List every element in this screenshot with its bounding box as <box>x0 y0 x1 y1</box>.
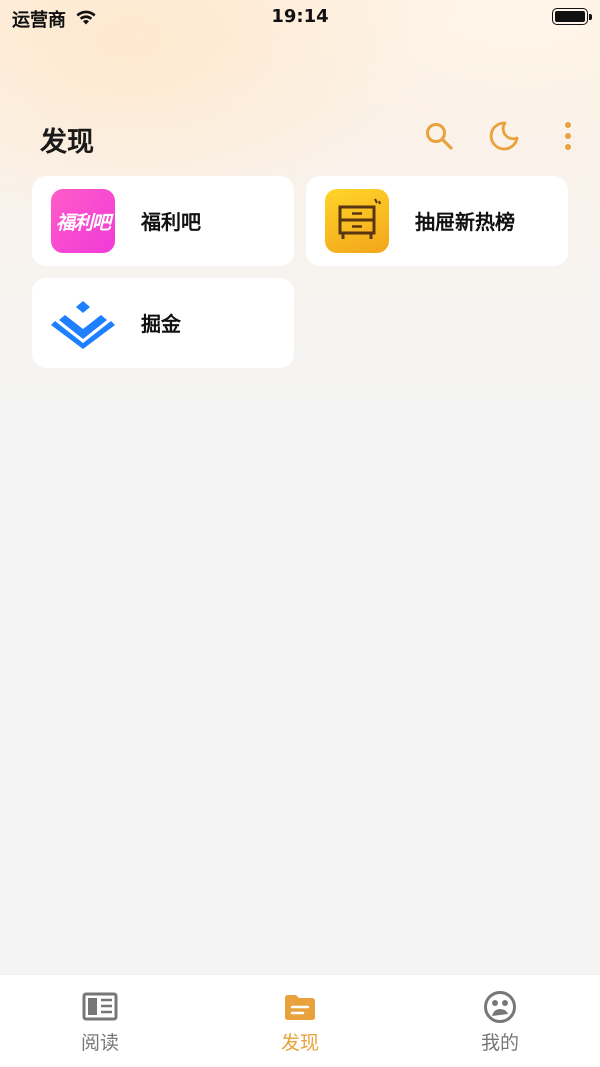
tab-label: 阅读 <box>80 1032 119 1054</box>
page-title: 发现 <box>40 127 94 158</box>
tab-label: 发现 <box>280 1032 319 1054</box>
folder-icon <box>282 991 318 1023</box>
source-card-label: 掘金 <box>141 312 181 336</box>
fuliba-logo-text: 福利吧 <box>55 211 111 234</box>
more-button[interactable] <box>548 118 588 158</box>
source-card-chouti[interactable]: 抽屉新热榜 <box>306 176 568 266</box>
status-bar: 运营商 19:14 <box>0 0 600 34</box>
juejin-logo <box>51 291 115 355</box>
status-time: 19:14 <box>271 6 329 27</box>
drawer-icon <box>325 189 389 253</box>
search-icon <box>424 121 454 155</box>
source-card-fuliba[interactable]: 福利吧 福利吧 <box>32 176 294 266</box>
battery-level <box>555 11 585 22</box>
tab-read[interactable]: 阅读 <box>0 975 200 1067</box>
moon-icon <box>488 120 520 156</box>
source-card-label: 福利吧 <box>141 210 201 234</box>
tab-label: 我的 <box>480 1032 519 1054</box>
source-card-juejin[interactable]: 掘金 <box>32 278 294 368</box>
face-icon <box>482 991 518 1023</box>
night-mode-button[interactable] <box>484 118 524 158</box>
page-header: 发现 <box>0 110 600 166</box>
tab-discover[interactable]: 发现 <box>200 975 400 1067</box>
fuliba-logo: 福利吧 <box>51 189 115 253</box>
bottom-tab-bar: 阅读 发现 我的 <box>0 974 600 1067</box>
battery-icon <box>552 8 592 25</box>
book-icon <box>82 991 118 1023</box>
search-button[interactable] <box>419 118 459 158</box>
source-card-label: 抽屉新热榜 <box>415 210 515 234</box>
more-vertical-icon <box>563 121 573 155</box>
tab-mine[interactable]: 我的 <box>400 975 600 1067</box>
